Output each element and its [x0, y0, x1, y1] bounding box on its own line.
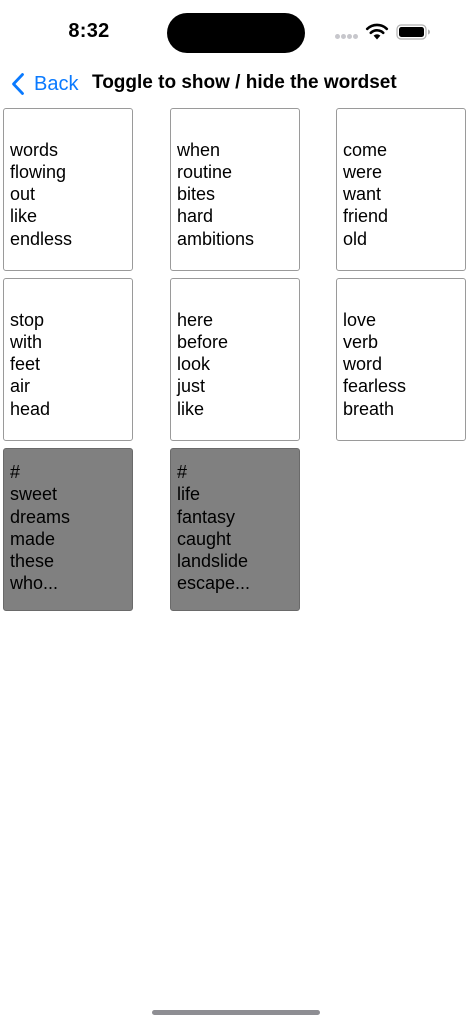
wordset-card[interactable]: here before look just like — [170, 278, 300, 441]
word: here — [177, 309, 214, 330]
word: feet — [10, 354, 41, 375]
word: flowing — [10, 161, 67, 182]
word: who... — [10, 573, 59, 594]
wordset-card-hidden[interactable]: # sweet dreams made these who... — [3, 448, 133, 611]
word: want — [343, 184, 382, 205]
word: like — [10, 206, 38, 227]
wordset-word-list: here before look just like — [177, 309, 228, 420]
word: hard — [177, 206, 214, 227]
word: head — [10, 398, 51, 419]
word: # — [10, 462, 21, 482]
navigation-bar: Back Toggle to show / hide the wordset — [0, 64, 472, 104]
word: dreams — [10, 506, 71, 527]
status-time: 8:32 — [68, 20, 110, 42]
back-label: Back — [34, 72, 79, 95]
word: with — [10, 331, 43, 352]
wordset-card[interactable]: words flowing out like endless — [3, 108, 133, 271]
word: word — [343, 354, 383, 375]
wordset-word-list: # life fantasy caught landslide escape..… — [177, 461, 250, 595]
word: just — [177, 376, 206, 397]
cellular-signal-icon — [335, 34, 359, 40]
battery-icon — [396, 24, 430, 40]
chevron-left-icon — [12, 73, 24, 95]
word: ambitions — [177, 228, 255, 249]
wifi-icon — [365, 23, 389, 40]
word: life — [177, 484, 201, 505]
word: when — [177, 139, 221, 160]
word: fantasy — [177, 506, 236, 527]
word: escape... — [177, 573, 251, 594]
status-bar: 8:32 — [0, 0, 472, 64]
wordset-card[interactable]: love verb word fearless breath — [336, 278, 466, 441]
wordset-card-hidden[interactable]: # life fantasy caught landslide escape..… — [170, 448, 300, 611]
word: routine — [177, 161, 233, 182]
word: words — [10, 139, 59, 160]
wordset-word-list: when routine bites hard ambitions — [177, 139, 254, 250]
word: stop — [10, 309, 45, 330]
dynamic-island — [167, 13, 305, 53]
wordset-word-list: stop with feet air head — [10, 309, 50, 420]
word: love — [343, 309, 377, 330]
wordset-card[interactable]: stop with feet air head — [3, 278, 133, 441]
word: bites — [177, 184, 216, 205]
word: look — [177, 354, 211, 375]
word: old — [343, 228, 368, 249]
home-indicator[interactable] — [152, 1010, 320, 1015]
word: were — [343, 161, 383, 182]
word: sweet — [10, 484, 58, 505]
word: verb — [343, 331, 379, 352]
word: air — [10, 376, 31, 397]
word: out — [10, 184, 36, 205]
word: landslide — [177, 551, 249, 572]
wordset-word-list: come were want friend old — [343, 139, 388, 250]
word: endless — [10, 228, 73, 249]
word: come — [343, 139, 388, 160]
page-title: Toggle to show / hide the wordset — [92, 72, 397, 93]
wordset-word-list: # sweet dreams made these who... — [10, 461, 70, 595]
wordset-card[interactable]: come were want friend old — [336, 108, 466, 271]
wordset-card[interactable]: when routine bites hard ambitions — [170, 108, 300, 271]
word: friend — [343, 206, 389, 227]
word: like — [177, 398, 205, 419]
word: these — [10, 551, 55, 572]
word: breath — [343, 398, 395, 419]
word: caught — [177, 528, 232, 549]
wordset-word-list: words flowing out like endless — [10, 139, 72, 250]
wordset-word-list: love verb word fearless breath — [343, 309, 406, 420]
word: # — [177, 462, 188, 482]
word: before — [177, 331, 229, 352]
back-button[interactable]: Back — [10, 70, 78, 98]
word: made — [10, 528, 56, 549]
word: fearless — [343, 376, 407, 397]
